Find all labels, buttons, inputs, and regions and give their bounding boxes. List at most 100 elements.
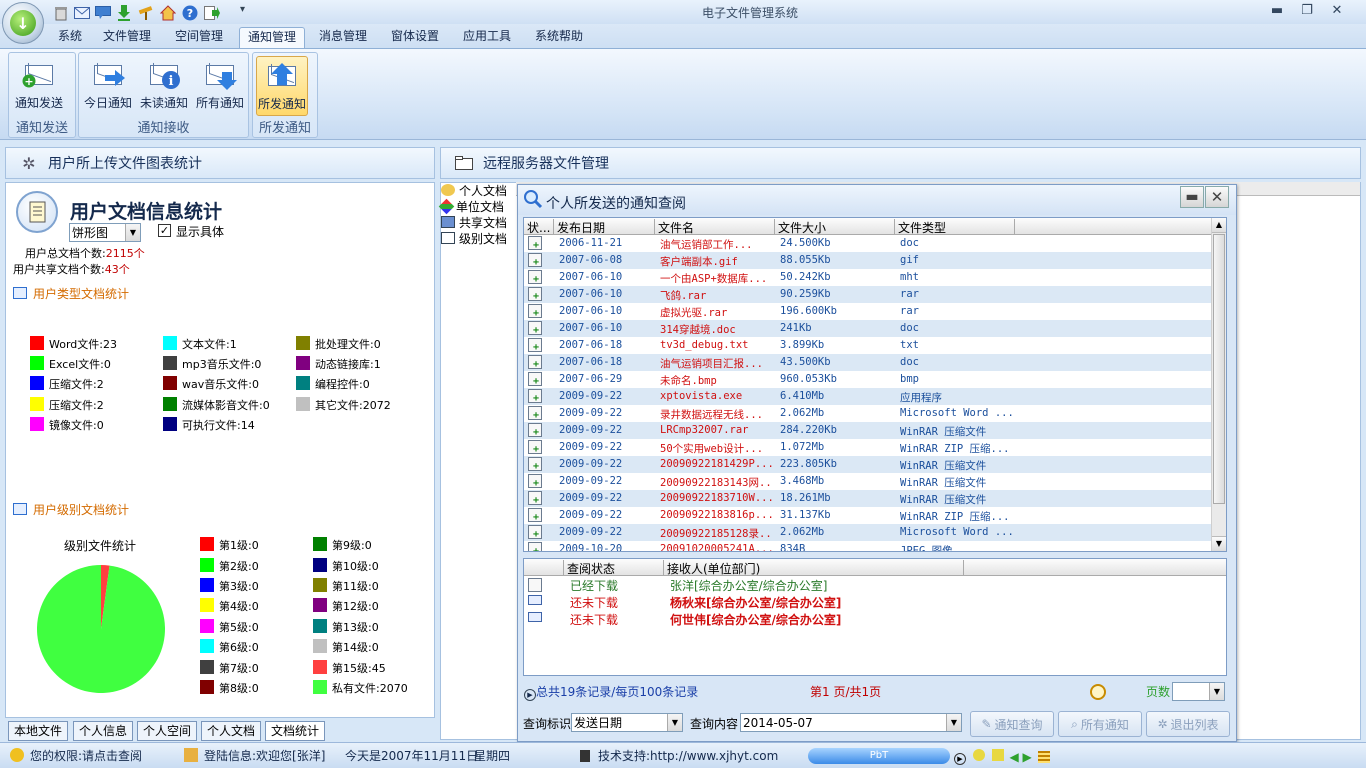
table-row[interactable]: 2009-09-22 20090922181429P... 223.805Kb Win… — [524, 456, 1226, 473]
col-filename[interactable]: 文件名 — [655, 219, 775, 234]
help-icon[interactable]: ? — [181, 4, 199, 22]
dialog-minimize-button[interactable]: ▬ — [1180, 186, 1204, 208]
table-row[interactable]: 2007-06-10 虚拟光驱.rar 196.600Kb rar — [524, 303, 1226, 320]
prev-icon[interactable]: ◀ — [1009, 750, 1018, 764]
tab-personal-docs[interactable]: 个人文档 — [201, 721, 262, 741]
mail-icon[interactable] — [73, 4, 91, 22]
home-icon[interactable] — [159, 4, 177, 22]
legend-label: Excel文件:0 — [49, 358, 111, 371]
next-icon[interactable]: ▶ — [1023, 750, 1032, 764]
cell-date: 2007-06-18 — [559, 356, 623, 368]
legend-swatch — [313, 558, 327, 572]
table-row[interactable]: 2006-11-21 油气运销部工作... 24.500Kb doc — [524, 235, 1226, 252]
dialog-close-button[interactable]: ✕ — [1205, 186, 1229, 208]
table-row[interactable]: 2007-06-18 油气运销项目汇报... 43.500Kb doc — [524, 354, 1226, 371]
table-row[interactable]: 2009-09-22 20090922183143网... 3.468Mb WinRA… — [524, 473, 1226, 490]
tab-personal-space[interactable]: 个人空间 — [137, 721, 198, 741]
show-detail-checkbox[interactable]: ✓ — [158, 224, 171, 237]
message-icon[interactable] — [94, 4, 112, 22]
tree-shared-docs[interactable]: 共享文档 — [441, 214, 507, 231]
tab-doc-stats[interactable]: 文档统计 — [265, 721, 326, 741]
stop-icon[interactable] — [991, 749, 1004, 761]
tab-local-files[interactable]: 本地文件 — [8, 721, 69, 741]
play-icon[interactable]: ▶ — [954, 753, 966, 765]
tool-icon[interactable] — [137, 4, 155, 22]
tree-unit-docs[interactable]: 单位文档 — [438, 198, 504, 215]
menu-file-management[interactable]: 文件管理 — [95, 27, 159, 48]
scroll-up-icon[interactable]: ▲ — [1212, 218, 1226, 233]
tree-personal-docs[interactable]: 个人文档 — [441, 182, 507, 199]
all-notice-button[interactable]: 所有通知 — [194, 60, 246, 116]
tree-level-docs[interactable]: 级别文档 — [441, 230, 507, 247]
type-legend-item: 其它文件:2072 — [296, 397, 391, 413]
minimize-button[interactable]: ▬ — [1262, 3, 1292, 21]
table-row[interactable]: 2007-06-10 飞鸽.rar 90.259Kb rar — [524, 286, 1226, 303]
download-icon[interactable] — [115, 4, 133, 22]
legend-swatch — [163, 376, 177, 390]
table-row[interactable]: 2009-10-20 20091020005241A... 834B JPEG 图像 — [524, 541, 1226, 551]
menu-space-management[interactable]: 空间管理 — [167, 27, 231, 48]
menu-system-help[interactable]: 系统帮助 — [527, 27, 591, 48]
exit-list-button[interactable]: ✲ 退出列表 — [1146, 711, 1230, 737]
legend-swatch — [200, 619, 214, 633]
list-icon[interactable] — [1037, 751, 1050, 763]
app-menu-button[interactable]: ↓ — [2, 2, 44, 44]
table-row[interactable]: 2007-06-10 一个由ASP+数据库... 50.242Kb mht — [524, 269, 1226, 286]
grid-scrollbar[interactable]: ▲ ▼ — [1211, 218, 1226, 551]
page-select[interactable]: ▼ — [1172, 682, 1225, 701]
all-notices-button[interactable]: ⌕ 所有通知 — [1058, 711, 1142, 737]
table-row[interactable]: 2009-09-22 LRCmp32007.rar 284.220Kb WinRAR … — [524, 422, 1226, 439]
today-notice-button[interactable]: 今日通知 — [82, 60, 134, 116]
file-icon — [528, 440, 542, 454]
quick-access-dropdown-icon[interactable]: ▾ — [240, 4, 245, 15]
exit-icon[interactable] — [203, 4, 221, 22]
recipient-row[interactable]: 已经下载 张洋[综合办公室/综合办公室] — [524, 576, 1226, 593]
close-window-button[interactable]: ✕ — [1322, 3, 1352, 21]
rights-status[interactable]: 您的权限:请点击查阅 — [10, 747, 142, 764]
table-row[interactable]: 2007-06-08 客户端副本.gif 88.055Kb gif — [524, 252, 1226, 269]
col-date[interactable]: 发布日期 — [554, 219, 655, 234]
sent-notice-button[interactable]: 所发通知 — [256, 56, 308, 116]
legend-label: 第5级:0 — [219, 621, 259, 634]
query-content-input[interactable]: 2014-05-07 ▼ — [740, 713, 962, 732]
media-controls[interactable]: ▶ ◀ ▶ — [954, 749, 1050, 765]
col-status[interactable]: 状... — [524, 219, 554, 234]
date-status: 今天是2007年11月11日 — [345, 749, 479, 763]
table-row[interactable]: 2009-09-22 20090922183710W... 18.261Mb WinR… — [524, 490, 1226, 507]
unread-notice-button[interactable]: i 未读通知 — [138, 60, 190, 116]
col-filesize[interactable]: 文件大小 — [775, 219, 895, 234]
menu-notice-management[interactable]: 通知管理 — [239, 27, 306, 48]
cell-filesize: 241Kb — [780, 322, 812, 334]
menu-system[interactable]: 系统 — [50, 27, 90, 48]
menu-app-tools[interactable]: 应用工具 — [455, 27, 519, 48]
send-notice-button[interactable]: + 通知发送 — [12, 60, 66, 116]
maximize-button[interactable]: ❐ — [1292, 3, 1322, 21]
menu-message-management[interactable]: 消息管理 — [311, 27, 375, 48]
recipient-row[interactable]: 还未下载 杨秋来[综合办公室/综合办公室] — [524, 593, 1226, 610]
tab-personal-info[interactable]: 个人信息 — [73, 721, 134, 741]
col-recipient[interactable]: 接收人(单位部门) — [664, 560, 964, 575]
table-row[interactable]: 2007-06-18 tv3d_debug.txt 3.899Kb txt — [524, 337, 1226, 354]
table-row[interactable]: 2009-09-22 20090922185128录... 2.062Mb Micro… — [524, 524, 1226, 541]
scroll-down-icon[interactable]: ▼ — [1212, 536, 1226, 551]
menu-window-settings[interactable]: 窗体设置 — [383, 27, 447, 48]
scroll-thumb[interactable] — [1213, 234, 1225, 504]
notice-query-button[interactable]: ✎ 通知查询 — [970, 711, 1054, 737]
legend-swatch — [313, 537, 327, 551]
table-row[interactable]: 2007-06-29 未命名.bmp 960.053Kb bmp — [524, 371, 1226, 388]
legend-swatch — [313, 660, 327, 674]
chart-type-select[interactable]: 饼形图 ▼ — [69, 223, 141, 242]
table-row[interactable]: 2009-09-22 20090922183816p... 31.137Kb WinR… — [524, 507, 1226, 524]
delete-icon[interactable] — [52, 4, 70, 22]
col-filetype[interactable]: 文件类型 — [895, 219, 1015, 234]
table-row[interactable]: 2009-09-22 xptovista.exe 6.410Mb 应用程序 — [524, 388, 1226, 405]
table-row[interactable]: 2009-09-22 录井数据远程无线... 2.062Mb Microsoft Wo… — [524, 405, 1226, 422]
file-icon — [528, 270, 542, 284]
unread-notice-icon: i — [147, 60, 181, 90]
table-row[interactable]: 2009-09-22 50个实用web设计... 1.072Mb WinRAR ZIP… — [524, 439, 1226, 456]
col-read-status[interactable]: 查阅状态 — [564, 560, 664, 575]
recipient-row[interactable]: 还未下载 何世伟[综合办公室/综合办公室] — [524, 610, 1226, 627]
table-row[interactable]: 2007-06-10 314穿越境.doc 241Kb doc — [524, 320, 1226, 337]
query-field-select[interactable]: 发送日期 ▼ — [571, 713, 683, 732]
circle-icon[interactable] — [972, 749, 985, 761]
